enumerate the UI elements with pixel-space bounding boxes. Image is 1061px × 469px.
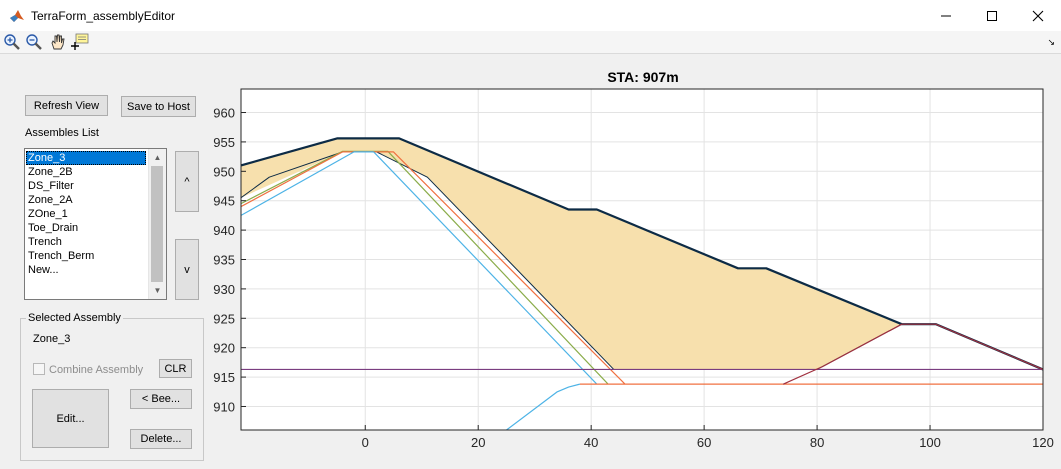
x-tick-label: 80 bbox=[810, 435, 824, 450]
x-tick-label: 40 bbox=[584, 435, 598, 450]
y-tick-label: 940 bbox=[213, 223, 235, 238]
figure-toolbar: ↘ bbox=[0, 31, 1061, 54]
minimize-button[interactable] bbox=[923, 0, 969, 31]
x-tick-label: 0 bbox=[362, 435, 369, 450]
title-bar: TerraForm_assemblyEditor bbox=[0, 0, 1061, 31]
maximize-icon bbox=[987, 10, 997, 21]
maximize-button[interactable] bbox=[969, 0, 1015, 31]
y-tick-label: 915 bbox=[213, 370, 235, 385]
window-title: TerraForm_assemblyEditor bbox=[31, 9, 176, 23]
x-tick-label: 20 bbox=[471, 435, 485, 450]
y-tick-label: 945 bbox=[213, 194, 235, 209]
zoom-in-icon[interactable] bbox=[3, 33, 21, 51]
y-tick-label: 910 bbox=[213, 399, 235, 414]
y-tick-label: 920 bbox=[213, 341, 235, 356]
close-icon bbox=[1032, 10, 1044, 21]
y-tick-label: 955 bbox=[213, 135, 235, 150]
x-tick-label: 100 bbox=[919, 435, 941, 450]
y-tick-label: 960 bbox=[213, 106, 235, 121]
x-tick-label: 120 bbox=[1032, 435, 1054, 450]
y-tick-label: 950 bbox=[213, 164, 235, 179]
minimize-icon bbox=[941, 15, 951, 16]
y-tick-label: 935 bbox=[213, 253, 235, 268]
matlab-app-icon bbox=[10, 10, 24, 22]
pan-hand-icon[interactable] bbox=[49, 33, 67, 51]
y-tick-label: 930 bbox=[213, 282, 235, 297]
x-tick-label: 60 bbox=[697, 435, 711, 450]
close-button[interactable] bbox=[1015, 0, 1061, 31]
zoom-out-icon[interactable] bbox=[25, 33, 43, 51]
chart-title: STA: 907m bbox=[607, 69, 678, 85]
toolbar-dock-icon[interactable]: ↘ bbox=[1047, 37, 1055, 48]
data-cursor-icon[interactable] bbox=[71, 33, 89, 51]
cross-section-chart: STA: 907m 0 20 40 60 80 100 120 910 915 920 925 930… bbox=[213, 69, 1054, 450]
y-tick-label: 925 bbox=[213, 311, 235, 326]
